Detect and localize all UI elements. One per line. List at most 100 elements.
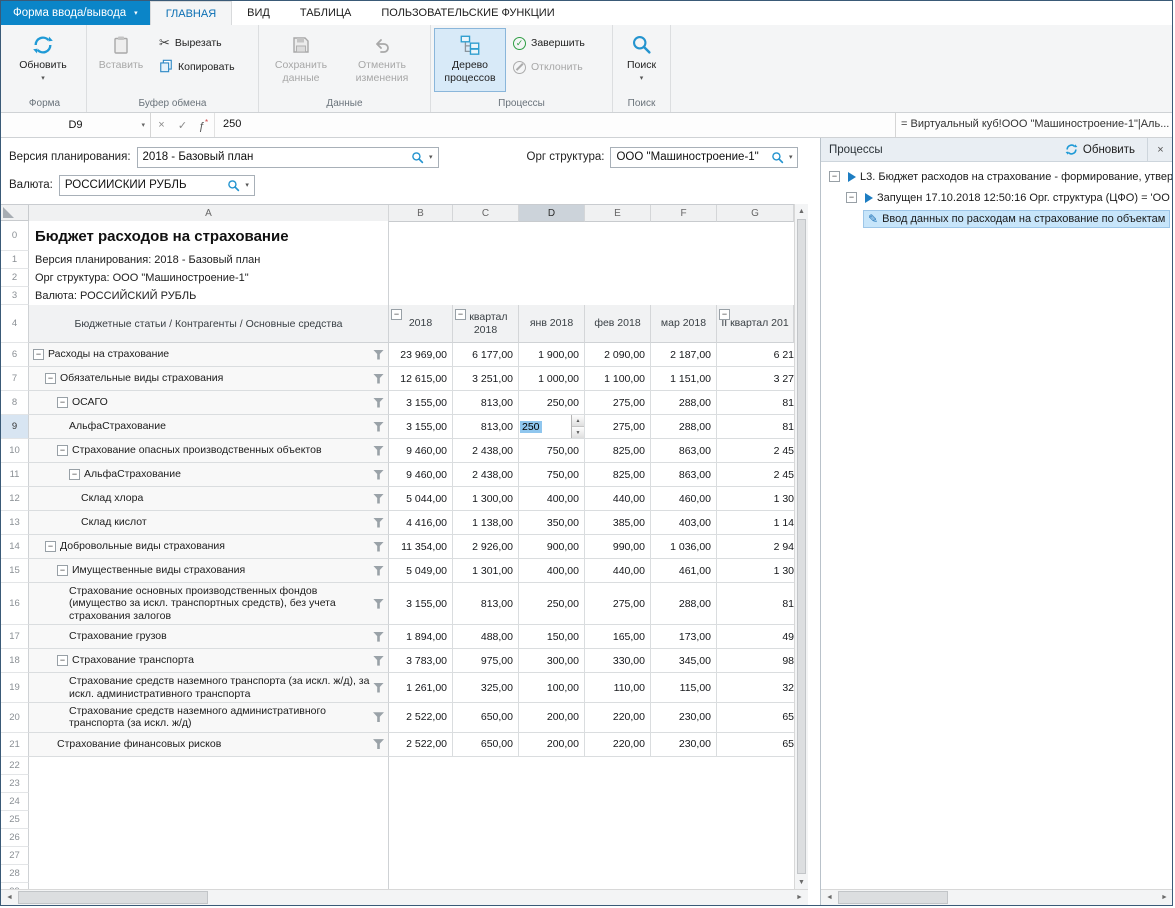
- filter-funnel-icon[interactable]: [373, 470, 384, 480]
- grid-cell[interactable]: 98: [717, 649, 794, 673]
- grid-cell[interactable]: 288,00: [651, 583, 717, 625]
- row-label-cell[interactable]: −ОСАГО: [29, 391, 389, 415]
- row-label-cell[interactable]: −Имущественные виды страхования: [29, 559, 389, 583]
- grid-cell[interactable]: 2 090,00: [585, 343, 651, 367]
- collapse-box[interactable]: −: [57, 655, 68, 666]
- grid-cell[interactable]: 488,00: [453, 625, 519, 649]
- grid-cell[interactable]: 23 969,00: [389, 343, 453, 367]
- scroll-left-arrow[interactable]: ◄: [1, 890, 18, 905]
- search-icon[interactable]: [225, 179, 242, 192]
- filter-funnel-icon[interactable]: [373, 446, 384, 456]
- scroll-right-arrow[interactable]: ►: [1156, 890, 1172, 905]
- row-label-cell[interactable]: −Добровольные виды страхования: [29, 535, 389, 559]
- grid-cell[interactable]: 813,00: [453, 415, 519, 439]
- tree-collapse-box[interactable]: −: [829, 171, 840, 182]
- filter-funnel-icon[interactable]: [373, 398, 384, 408]
- grid-cell[interactable]: 1 000,00: [519, 367, 585, 391]
- scroll-down-arrow[interactable]: ▼: [795, 875, 808, 889]
- grid-header-label-cell[interactable]: Бюджетные статьи / Контрагенты / Основны…: [29, 305, 389, 343]
- row-label-cell[interactable]: Страхование грузов: [29, 625, 389, 649]
- grid-cell[interactable]: 150,00: [519, 625, 585, 649]
- row-header-15[interactable]: 15: [1, 559, 29, 583]
- collapse-box[interactable]: −: [57, 397, 68, 408]
- row-label-cell[interactable]: Страхование финансовых рисков: [29, 733, 389, 757]
- filter-funnel-icon[interactable]: [373, 542, 384, 552]
- grid-cell[interactable]: 230,00: [651, 703, 717, 733]
- filter-funnel-icon[interactable]: [373, 350, 384, 360]
- row-label-cell[interactable]: Склад кислот: [29, 511, 389, 535]
- row-header-24[interactable]: 24: [1, 793, 29, 811]
- row-label-cell[interactable]: АльфаСтрахование: [29, 415, 389, 439]
- collapse-box[interactable]: −: [33, 349, 44, 360]
- row-label-cell[interactable]: −Страхование опасных производственных об…: [29, 439, 389, 463]
- empty-cell[interactable]: [29, 793, 389, 811]
- chevron-down-icon[interactable]: ▾: [242, 181, 254, 189]
- undo-changes-button[interactable]: Отменить изменения: [342, 28, 422, 92]
- grid-cell[interactable]: 2 94: [717, 535, 794, 559]
- grid-cell[interactable]: 825,00: [585, 463, 651, 487]
- grid-cell[interactable]: 65: [717, 703, 794, 733]
- grid-cell[interactable]: 813,00: [453, 391, 519, 415]
- filter-funnel-icon[interactable]: [373, 494, 384, 504]
- collapse-box[interactable]: −: [57, 445, 68, 456]
- grid-cell[interactable]: 1 301,00: [453, 559, 519, 583]
- grid-cell[interactable]: 3 783,00: [389, 649, 453, 673]
- row-label-cell[interactable]: Страхование средств наземного администра…: [29, 703, 389, 733]
- grid-cell[interactable]: 403,00: [651, 511, 717, 535]
- currency-combo[interactable]: РОССИЙСКИЙ РУБЛЬ ▾: [59, 175, 255, 196]
- scroll-left-arrow[interactable]: ◄: [821, 890, 838, 905]
- row-header-17[interactable]: 17: [1, 625, 29, 649]
- save-data-button[interactable]: Сохранить данные: [262, 28, 340, 92]
- period-header-cell[interactable]: −II квартал 201: [717, 305, 794, 343]
- grid-cell[interactable]: 288,00: [651, 391, 717, 415]
- grid-cell[interactable]: 650,00: [453, 703, 519, 733]
- copy-button[interactable]: Копировать: [154, 57, 240, 77]
- grid-cell[interactable]: 1 300,00: [453, 487, 519, 511]
- row-header-2[interactable]: 2: [1, 269, 29, 287]
- grid-cell[interactable]: 2 45: [717, 439, 794, 463]
- row-header-7[interactable]: 7: [1, 367, 29, 391]
- grid-cell[interactable]: 2 522,00: [389, 703, 453, 733]
- grid-cell[interactable]: 345,00: [651, 649, 717, 673]
- formula-input[interactable]: 250: [215, 113, 896, 137]
- grid-cell[interactable]: 990,00: [585, 535, 651, 559]
- grid-cell[interactable]: 2 522,00: [389, 733, 453, 757]
- grid-cell[interactable]: 200,00: [519, 733, 585, 757]
- row-label-cell[interactable]: Страхование основных производственных фо…: [29, 583, 389, 625]
- grid-cell[interactable]: 1 14: [717, 511, 794, 535]
- tree-collapse-box[interactable]: −: [846, 192, 857, 203]
- grid-horizontal-scrollbar[interactable]: ◄ ►: [1, 889, 808, 905]
- grid-cell[interactable]: 81: [717, 415, 794, 439]
- grid-cell[interactable]: 440,00: [585, 487, 651, 511]
- grid-cell[interactable]: 300,00: [519, 649, 585, 673]
- grid-cell[interactable]: 32: [717, 673, 794, 703]
- period-collapse-box[interactable]: −: [719, 309, 730, 320]
- column-header-F[interactable]: F: [651, 205, 717, 222]
- row-header-1[interactable]: 1: [1, 251, 29, 269]
- grid-cell[interactable]: 81: [717, 391, 794, 415]
- period-header-cell[interactable]: −I квартал 2018: [453, 305, 519, 343]
- grid-cell[interactable]: 1 30: [717, 559, 794, 583]
- cancel-entry-button[interactable]: ×: [151, 119, 172, 131]
- chevron-down-icon[interactable]: ▾: [426, 153, 438, 161]
- row-label-cell[interactable]: Страхование средств наземного транспорта…: [29, 673, 389, 703]
- column-header-D[interactable]: D: [519, 205, 585, 222]
- scroll-right-arrow[interactable]: ►: [791, 890, 808, 905]
- horizontal-scroll-thumb[interactable]: [838, 891, 948, 904]
- grid-cell[interactable]: 1 894,00: [389, 625, 453, 649]
- grid-cell[interactable]: 100,00: [519, 673, 585, 703]
- spinner-down-button[interactable]: ▼: [572, 427, 584, 438]
- grid-cell[interactable]: 460,00: [651, 487, 717, 511]
- grid-cell[interactable]: 900,00: [519, 535, 585, 559]
- paste-button[interactable]: Вставить: [90, 28, 152, 92]
- row-header-14[interactable]: 14: [1, 535, 29, 559]
- row-header-12[interactable]: 12: [1, 487, 29, 511]
- grid-cell[interactable]: 6 177,00: [453, 343, 519, 367]
- filter-funnel-icon[interactable]: [373, 518, 384, 528]
- grid-cell[interactable]: 1 151,00: [651, 367, 717, 391]
- grid-cell[interactable]: 750,00: [519, 439, 585, 463]
- grid-vertical-scrollbar[interactable]: ▲ ▼: [794, 204, 808, 889]
- empty-cell[interactable]: [29, 775, 389, 793]
- row-label-cell[interactable]: −Обязательные виды страхования: [29, 367, 389, 391]
- search-icon[interactable]: [409, 151, 426, 164]
